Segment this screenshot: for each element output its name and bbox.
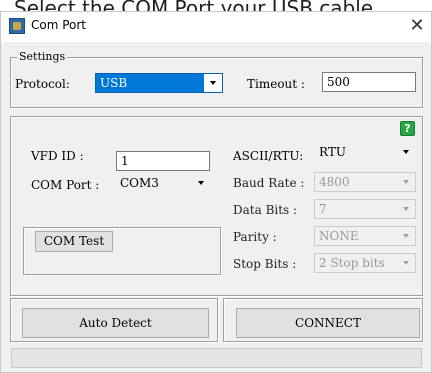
chevron-down-icon xyxy=(397,254,415,272)
title-bar: Com Port ✕ xyxy=(1,12,431,42)
baud-rate-label: Baud Rate : xyxy=(233,176,305,190)
close-icon[interactable]: ✕ xyxy=(405,14,429,38)
chevron-down-icon xyxy=(397,143,415,161)
chevron-down-icon xyxy=(192,174,210,192)
chevron-down-icon xyxy=(397,200,415,218)
connect-button[interactable]: CONNECT xyxy=(236,308,420,338)
data-bits-value: 7 xyxy=(319,202,327,216)
data-bits-select[interactable]: 7 xyxy=(314,199,416,219)
timeout-input[interactable]: 500 xyxy=(322,72,416,92)
data-bits-label: Data Bits : xyxy=(233,203,298,217)
baud-rate-value: 4800 xyxy=(319,175,350,189)
auto-detect-button[interactable]: Auto Detect xyxy=(22,308,209,338)
settings-legend: Settings xyxy=(17,50,68,63)
timeout-label: Timeout : xyxy=(247,77,305,91)
app-icon xyxy=(9,18,25,34)
chevron-down-icon xyxy=(204,74,222,92)
help-icon[interactable]: ? xyxy=(400,121,415,136)
com-port-dialog: Com Port ✕ Settings Protocol: USB Timeou… xyxy=(0,11,432,373)
com-port-label: COM Port : xyxy=(31,178,100,192)
ascii-rtu-select[interactable]: RTU xyxy=(314,142,416,162)
protocol-label: Protocol: xyxy=(15,77,70,91)
com-port-select[interactable]: COM3 xyxy=(115,173,211,193)
parity-label: Parity : xyxy=(233,230,277,244)
protocol-value: USB xyxy=(100,76,128,90)
chevron-down-icon xyxy=(397,227,415,245)
ascii-rtu-value: RTU xyxy=(319,145,346,159)
parity-select[interactable]: NONE xyxy=(314,226,416,246)
status-bar xyxy=(11,348,422,368)
vfd-id-input[interactable]: 1 xyxy=(116,151,210,171)
baud-rate-select[interactable]: 4800 xyxy=(314,172,416,192)
stop-bits-label: Stop Bits : xyxy=(233,257,297,271)
stop-bits-select[interactable]: 2 Stop bits xyxy=(314,253,416,273)
com-test-button[interactable]: COM Test xyxy=(35,231,113,252)
stop-bits-value: 2 Stop bits xyxy=(319,256,385,270)
parity-value: NONE xyxy=(319,229,359,243)
ascii-rtu-label: ASCII/RTU: xyxy=(233,149,304,163)
chevron-down-icon xyxy=(397,173,415,191)
window-title: Com Port xyxy=(31,18,87,32)
vfd-id-label: VFD ID : xyxy=(31,149,84,163)
com-port-value: COM3 xyxy=(120,176,159,190)
protocol-select[interactable]: USB xyxy=(95,73,223,93)
